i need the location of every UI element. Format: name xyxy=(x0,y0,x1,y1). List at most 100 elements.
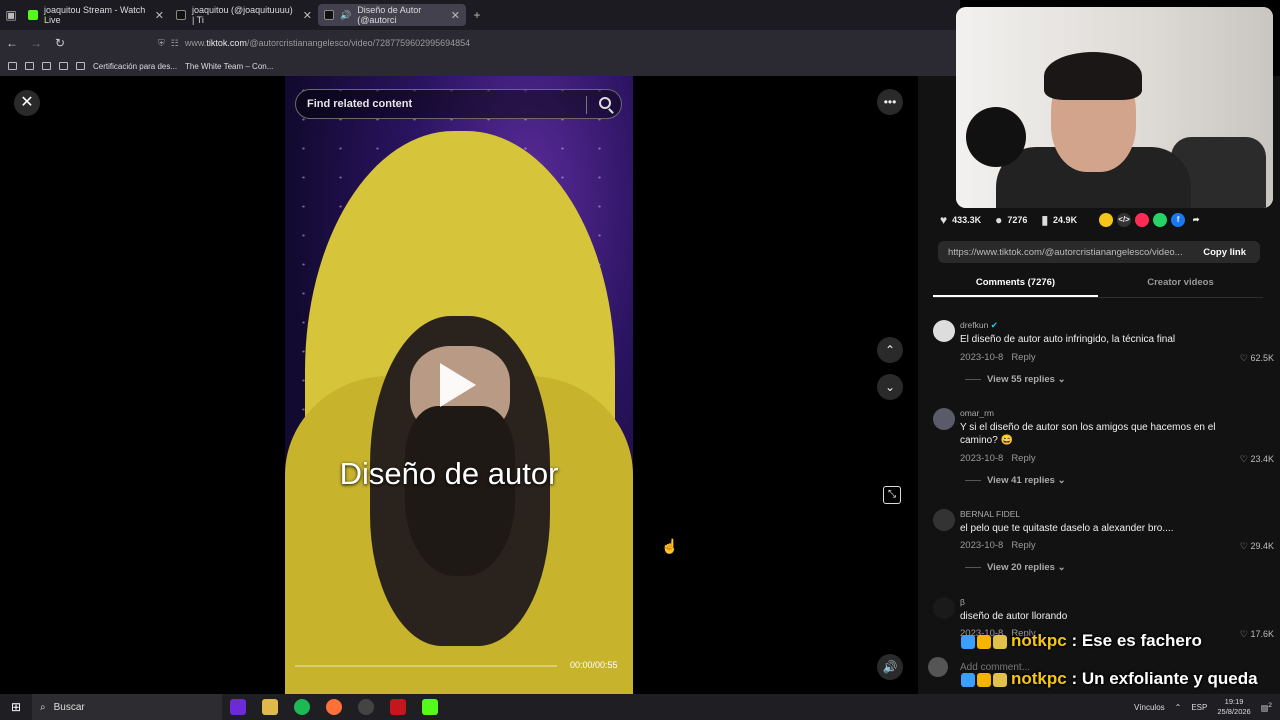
reply-button[interactable]: Reply xyxy=(1011,453,1035,464)
comment-username[interactable]: BERNAL FIDEL xyxy=(960,509,1020,519)
repost-icon[interactable] xyxy=(1099,213,1114,227)
language-indicator[interactable]: ESP xyxy=(1191,703,1207,712)
streamer-webcam xyxy=(956,7,1273,208)
avatar[interactable] xyxy=(933,597,955,619)
comment-like-button[interactable]: ♡ 23.4K xyxy=(1240,454,1274,465)
microphone-icon xyxy=(966,107,1026,167)
kick-icon xyxy=(28,10,38,20)
notification-icon[interactable]: ▤2 xyxy=(1261,702,1272,713)
share-icon[interactable]: ➦ xyxy=(1189,213,1203,227)
more-options-icon[interactable]: ••• xyxy=(877,89,903,115)
comment-text: diseño de autor llorando xyxy=(960,611,1068,622)
folder-icon[interactable] xyxy=(59,62,68,70)
view-replies-button[interactable]: View 20 replies ⌄ xyxy=(965,562,1066,573)
share-link[interactable]: https://www.tiktok.com/@autorcristianang… xyxy=(948,247,1183,258)
chevron-up-icon[interactable]: ⌃ xyxy=(1175,703,1182,712)
bookmark-certificacion[interactable]: Certificación para des... xyxy=(93,62,177,71)
tab-label: joaquitou Stream - Watch Live xyxy=(44,5,146,25)
comment-like-button[interactable]: ♡ 29.4K xyxy=(1240,541,1274,552)
firefox-icon[interactable] xyxy=(326,699,342,715)
video-time: 00:00/00:55 xyxy=(570,660,618,670)
shield-icon[interactable]: ⛨ xyxy=(158,38,165,49)
play-icon[interactable] xyxy=(440,363,476,407)
tab-tiktok-video[interactable]: 🔊 Diseño de Autor (@autorci ✕ xyxy=(318,4,466,26)
send-icon[interactable] xyxy=(1135,213,1150,227)
avatar[interactable] xyxy=(933,408,955,430)
comment-date: 2023-10-8 xyxy=(960,352,1004,363)
find-related-search[interactable]: Find related content xyxy=(295,89,622,119)
view-replies-button[interactable]: View 41 replies ⌄ xyxy=(965,475,1066,486)
folder-icon[interactable] xyxy=(76,62,85,70)
comment-button[interactable]: ● 7276 xyxy=(995,213,1027,227)
navigation-bar: ← → ↻ ⛨ ☷ www.tiktok.com/@autorcristiana… xyxy=(0,30,960,56)
close-icon[interactable]: ✕ xyxy=(14,90,40,116)
obs-icon[interactable] xyxy=(358,699,374,715)
comment-item: omar_rm Y si el diseño de autor son los … xyxy=(933,408,1278,488)
comment-like-button[interactable]: ♡ 62.5K xyxy=(1240,353,1274,364)
browser-tab-bar: ▣ joaquitou Stream - Watch Live ✕ joaqui… xyxy=(0,0,960,30)
chevron-down-icon[interactable]: ⌄ xyxy=(877,374,903,400)
back-icon[interactable]: ← xyxy=(0,36,24,50)
file-explorer-icon[interactable] xyxy=(262,699,278,715)
close-icon[interactable]: ✕ xyxy=(303,9,312,22)
comment-username[interactable]: β xyxy=(960,597,965,607)
url-host: tiktok.com xyxy=(206,38,247,48)
share-buttons: </> f ➦ xyxy=(1099,213,1203,227)
comment-text: El diseño de autor auto infringido, la t… xyxy=(960,334,1176,345)
tab-creator-videos[interactable]: Creator videos xyxy=(1098,272,1263,297)
tab-list-icon[interactable]: ▣ xyxy=(0,8,22,22)
reply-button[interactable]: Reply xyxy=(1011,540,1035,551)
embed-icon[interactable]: </> xyxy=(1117,213,1132,227)
links-toolbar[interactable]: Vínculos xyxy=(1134,703,1165,712)
bookmark-white-team[interactable]: The White Team – Con... xyxy=(185,62,273,71)
new-tab-icon[interactable]: + xyxy=(466,8,488,22)
kick-icon[interactable] xyxy=(422,699,438,715)
comment-username[interactable]: omar_rm xyxy=(960,408,994,418)
folder-icon[interactable] xyxy=(25,62,34,70)
like-count: 433.3K xyxy=(952,215,982,225)
whatsapp-icon[interactable] xyxy=(1153,213,1168,227)
reload-icon[interactable]: ↻ xyxy=(48,36,72,50)
save-button[interactable]: ▮ 24.9K xyxy=(1041,213,1077,227)
video-player[interactable]: Find related content Diseño de autor 00:… xyxy=(285,76,633,694)
facebook-icon[interactable]: f xyxy=(1171,213,1186,227)
clock[interactable]: 19:19 25/8/2026 xyxy=(1217,697,1250,717)
folder-icon[interactable] xyxy=(42,62,51,70)
picture-in-picture-icon[interactable]: ⤡ xyxy=(883,486,901,504)
view-replies-button[interactable]: View 55 replies ⌄ xyxy=(965,374,1066,385)
search-icon[interactable] xyxy=(599,97,611,109)
copy-link-button[interactable]: Copy link xyxy=(1203,247,1246,258)
comment-date: 2023-10-8 xyxy=(960,540,1004,551)
tab-comments[interactable]: Comments (7276) xyxy=(933,272,1098,297)
avatar[interactable] xyxy=(933,509,955,531)
notification-count: 2 xyxy=(1268,701,1272,709)
permissions-icon[interactable]: ☷ xyxy=(171,38,179,49)
volume-icon[interactable]: 🔊 xyxy=(877,654,903,680)
speaker-icon[interactable]: 🔊 xyxy=(340,10,351,21)
windows-start-icon[interactable]: ⊞ xyxy=(0,700,32,714)
avatar[interactable] xyxy=(933,320,955,342)
folder-icon[interactable] xyxy=(8,62,17,70)
forward-icon[interactable]: → xyxy=(24,36,48,50)
search-icon: ⌕ xyxy=(40,701,46,713)
comment-item: BERNAL FIDEL el pelo que te quitaste das… xyxy=(933,509,1278,579)
reply-button[interactable]: Reply xyxy=(1011,352,1035,363)
chat-message: notkpc : Ese es fachero xyxy=(961,631,1202,651)
taskbar-search[interactable]: ⌕ Buscar xyxy=(32,694,222,720)
spotify-icon[interactable] xyxy=(294,699,310,715)
video-progress-bar[interactable] xyxy=(295,665,557,667)
chevron-up-icon[interactable]: ⌃ xyxy=(877,337,903,363)
app-icon[interactable] xyxy=(230,699,246,715)
comment-likes: 17.6K xyxy=(1250,629,1274,639)
comment-user[interactable]: drefkun ✔ xyxy=(960,320,998,331)
comment-meta: 2023-10-8 Reply xyxy=(960,453,1036,464)
tab-kick[interactable]: joaquitou Stream - Watch Live ✕ xyxy=(22,0,170,30)
tab-label: joaquitou (@joaquituuuu) | Ti xyxy=(192,5,293,25)
close-icon[interactable]: ✕ xyxy=(451,9,460,22)
tab-tiktok-profile[interactable]: joaquitou (@joaquituuuu) | Ti ✕ xyxy=(170,0,318,30)
voicemeeter-icon[interactable] xyxy=(390,699,406,715)
like-button[interactable]: ♥ 433.3K xyxy=(940,213,981,227)
address-bar[interactable]: ⛨ ☷ www.tiktok.com/@autorcristianangeles… xyxy=(158,34,948,52)
comment-like-button[interactable]: ♡ 17.6K xyxy=(1240,629,1274,640)
close-icon[interactable]: ✕ xyxy=(155,9,164,22)
